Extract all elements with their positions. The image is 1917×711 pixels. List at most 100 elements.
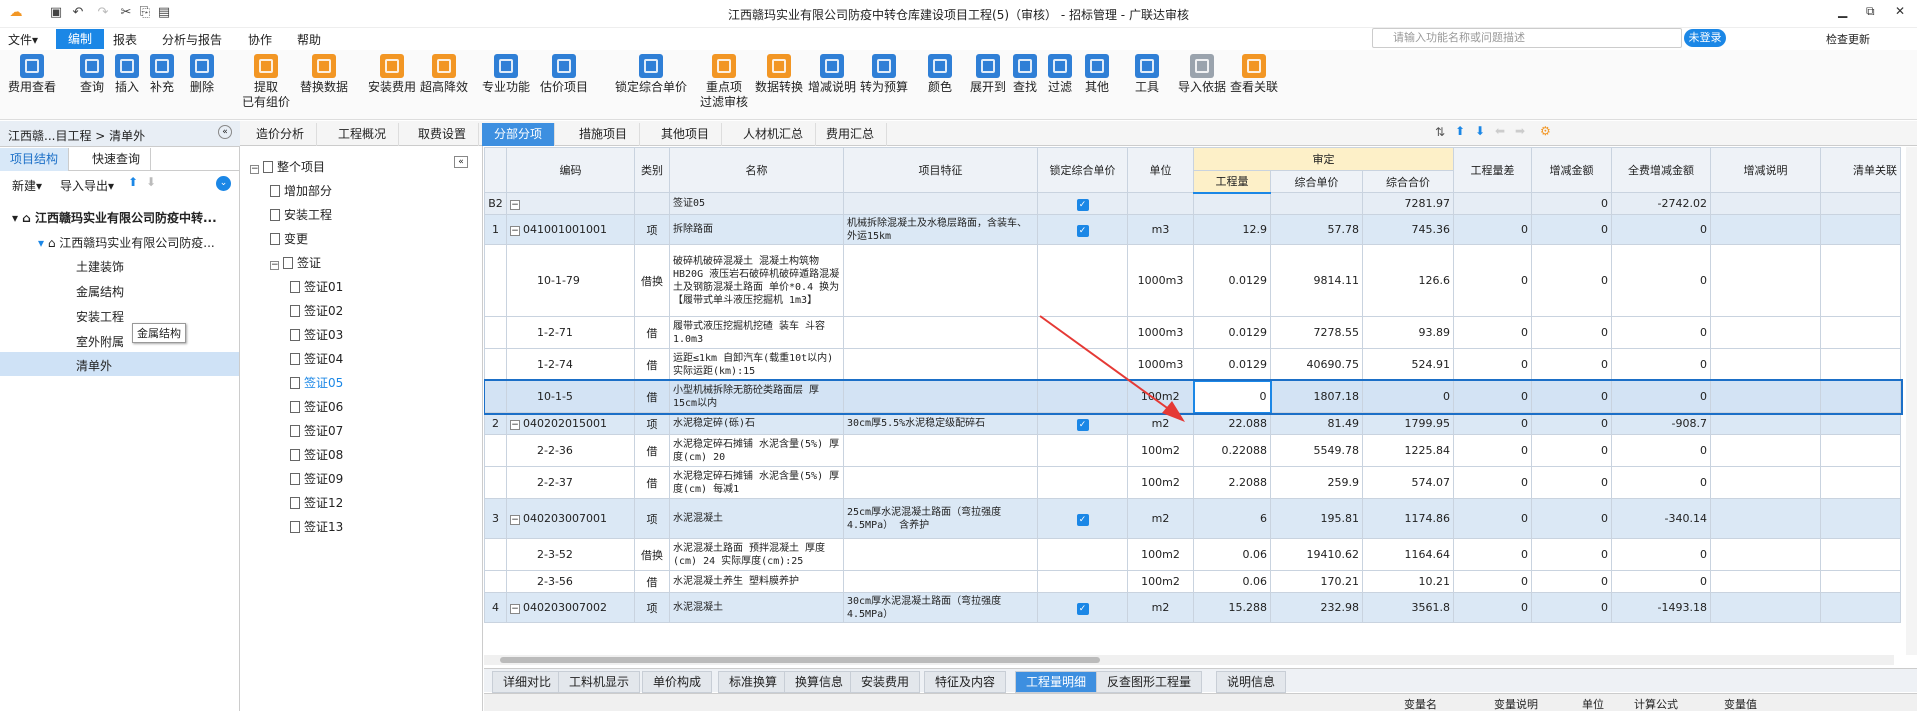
cell-name[interactable]: 水泥稳定碎石摊铺 水泥含量(5%) 厚度(cm) 每减1: [669, 466, 844, 499]
tree-item-civil[interactable]: 土建装饰: [76, 258, 124, 275]
cell-qty[interactable]: 0.0129: [1193, 348, 1271, 381]
cell-feature[interactable]: [843, 466, 1038, 499]
cell-qty[interactable]: 12.9: [1193, 214, 1271, 245]
cell-note[interactable]: [1710, 192, 1821, 215]
cell-feature[interactable]: [843, 538, 1038, 571]
cell-lock[interactable]: [1037, 538, 1128, 571]
mid-tree-item[interactable]: 签证12: [290, 494, 343, 511]
table-row[interactable]: 10-1-79 借换 破碎机破碎混凝土 混凝土构筑物 HB20G 液压岩石破碎机破碎…: [484, 244, 1901, 317]
tab-bottom-9[interactable]: 说明信息: [1216, 671, 1287, 693]
cell-note[interactable]: [1710, 538, 1821, 571]
settings-icon[interactable]: ⚙: [1540, 124, 1551, 138]
expand-icon[interactable]: ⌄: [216, 176, 231, 191]
cell-name[interactable]: 水泥稳定碎石摊铺 水泥含量(5%) 厚度(cm) 20: [669, 434, 844, 467]
cell-feature[interactable]: [843, 380, 1038, 413]
menu-file[interactable]: 文件▾: [8, 31, 38, 48]
cell-code[interactable]: 1-2-71: [506, 316, 635, 349]
collapse-icon[interactable]: «: [218, 125, 232, 139]
cell-code[interactable]: −: [506, 192, 635, 215]
tab-bottom-4[interactable]: 换算信息: [784, 671, 855, 693]
table-row[interactable]: 2-3-56 借水泥混凝土养生 塑料膜养护 100m2 0.06 170.21 10.21…: [484, 570, 1901, 593]
table-row[interactable]: 1-2-71 借履带式液压挖掘机挖碴 装车 斗容1.0m3 1000m3 0.0129…: [484, 316, 1901, 349]
ribbon-19-button[interactable]: 过滤: [1048, 54, 1072, 95]
search-input[interactable]: 请输入功能名称或问题描述: [1372, 28, 1682, 48]
tab-main-0[interactable]: 造价分析: [244, 123, 318, 146]
cell-link[interactable]: [1820, 348, 1901, 381]
ribbon-7-button[interactable]: 安装费用: [368, 54, 416, 95]
tab-main-6[interactable]: 人材机汇总: [731, 123, 817, 146]
table-row[interactable]: 1-2-74 借运距≤1km 自卸汽车(载重10t以内) 实际运距(km):15 1…: [484, 348, 1901, 381]
tab-project-structure[interactable]: 项目结构: [0, 148, 70, 171]
cell-name[interactable]: 运距≤1km 自卸汽车(载重10t以内) 实际运距(km):15: [669, 348, 844, 381]
tab-quick-query[interactable]: 快速查询: [82, 148, 152, 171]
mid-tree-item[interactable]: − 整个项目: [250, 158, 325, 175]
ribbon-9-button[interactable]: 专业功能: [482, 54, 530, 95]
tree-item-outdoor[interactable]: 室外附属: [76, 333, 124, 350]
cell-name[interactable]: 拆除路面: [669, 214, 844, 245]
mid-tree-item[interactable]: 签证06: [290, 398, 343, 415]
cell-lock[interactable]: ✓: [1037, 498, 1128, 539]
toggle-icon[interactable]: −: [510, 420, 520, 430]
cell-link[interactable]: [1820, 380, 1901, 413]
cell-lock[interactable]: ✓: [1037, 412, 1128, 435]
cell-code[interactable]: −040203007002: [506, 592, 635, 623]
check-update-button[interactable]: 检查更新: [1826, 31, 1870, 47]
toggle-icon[interactable]: −: [250, 165, 259, 174]
down-icon[interactable]: ⬇: [1475, 124, 1485, 138]
cell-feature[interactable]: [843, 570, 1038, 593]
checkbox-checked-icon[interactable]: ✓: [1076, 224, 1089, 237]
cell-link[interactable]: [1820, 244, 1901, 317]
cell-qty[interactable]: 22.088: [1193, 412, 1271, 435]
checkbox-checked-icon[interactable]: ✓: [1076, 418, 1089, 431]
new-button[interactable]: 新建▾: [12, 177, 42, 194]
mid-tree-item[interactable]: 安装工程: [270, 206, 332, 223]
menu-analysis[interactable]: 分析与报告: [162, 31, 222, 48]
cell-code[interactable]: −040202015001: [506, 412, 635, 435]
cell-name[interactable]: 小型机械拆除无筋砼类路面层 厚15cm以内: [669, 380, 844, 413]
tab-main-1[interactable]: 工程概况: [326, 123, 400, 146]
ribbon-16-button[interactable]: 颜色: [928, 54, 952, 95]
mid-tree-item[interactable]: 签证02: [290, 302, 343, 319]
cell-code[interactable]: 2-2-37: [506, 466, 635, 499]
cell-name[interactable]: 签证05: [669, 192, 844, 215]
cell-lock[interactable]: [1037, 570, 1128, 593]
mid-tree-item[interactable]: 签证04: [290, 350, 343, 367]
ribbon-3-button[interactable]: 补充: [150, 54, 174, 95]
table-row[interactable]: 10-1-5 借小型机械拆除无筋砼类路面层 厚15cm以内 100m2 0 1807.1…: [484, 378, 1903, 415]
toggle-icon[interactable]: −: [270, 261, 279, 270]
cell-qty[interactable]: 0.06: [1193, 570, 1271, 593]
cell-feature[interactable]: [843, 348, 1038, 381]
minimize-button[interactable]: ▁: [1838, 4, 1847, 18]
ribbon-4-button[interactable]: 删除: [190, 54, 214, 95]
menu-collab[interactable]: 协作: [248, 31, 272, 48]
cell-qty[interactable]: 0: [1192, 379, 1272, 414]
cell-code[interactable]: 1-2-74: [506, 348, 635, 381]
cell-code[interactable]: 10-1-79: [506, 244, 635, 317]
ribbon-17-button[interactable]: 展开到: [970, 54, 1006, 95]
cell-name[interactable]: 水泥混凝土路面 预拌混凝土 厚度(cm) 24 实际厚度(cm):25: [669, 538, 844, 571]
tree-root[interactable]: ▾ ⌂ 江西赣玛实业有限公司防疫中转...: [12, 209, 217, 226]
vertical-scrollbar[interactable]: [1906, 147, 1917, 655]
checkbox-checked-icon[interactable]: ✓: [1076, 198, 1089, 211]
mid-tree-item[interactable]: 签证13: [290, 518, 343, 535]
cell-qty[interactable]: 6: [1193, 498, 1271, 539]
tab-main-2[interactable]: 取费设置: [406, 123, 480, 146]
cell-feature[interactable]: 25cm厚水泥混凝土路面（弯拉强度4.5MPa） 含养护: [843, 498, 1038, 539]
move-up-icon[interactable]: ⬆: [128, 175, 138, 189]
tab-bottom-2[interactable]: 单价构成: [642, 671, 713, 693]
cell-code[interactable]: −040203007001: [506, 498, 635, 539]
cell-qty[interactable]: 15.288: [1193, 592, 1271, 623]
cell-link[interactable]: [1820, 214, 1901, 245]
cell-link[interactable]: [1820, 316, 1901, 349]
cell-link[interactable]: [1820, 538, 1901, 571]
tab-bottom-1[interactable]: 工料机显示: [558, 671, 641, 693]
cell-lock[interactable]: [1037, 244, 1128, 317]
checkbox-checked-icon[interactable]: ✓: [1076, 602, 1089, 615]
cell-qty[interactable]: 0.0129: [1193, 244, 1271, 317]
cell-note[interactable]: [1710, 380, 1821, 413]
cell-link[interactable]: [1820, 498, 1901, 539]
cell-link[interactable]: [1820, 592, 1901, 623]
ribbon-2-button[interactable]: 插入: [115, 54, 139, 95]
cell-note[interactable]: [1710, 316, 1821, 349]
mid-tree-item[interactable]: − 签证: [270, 254, 321, 271]
